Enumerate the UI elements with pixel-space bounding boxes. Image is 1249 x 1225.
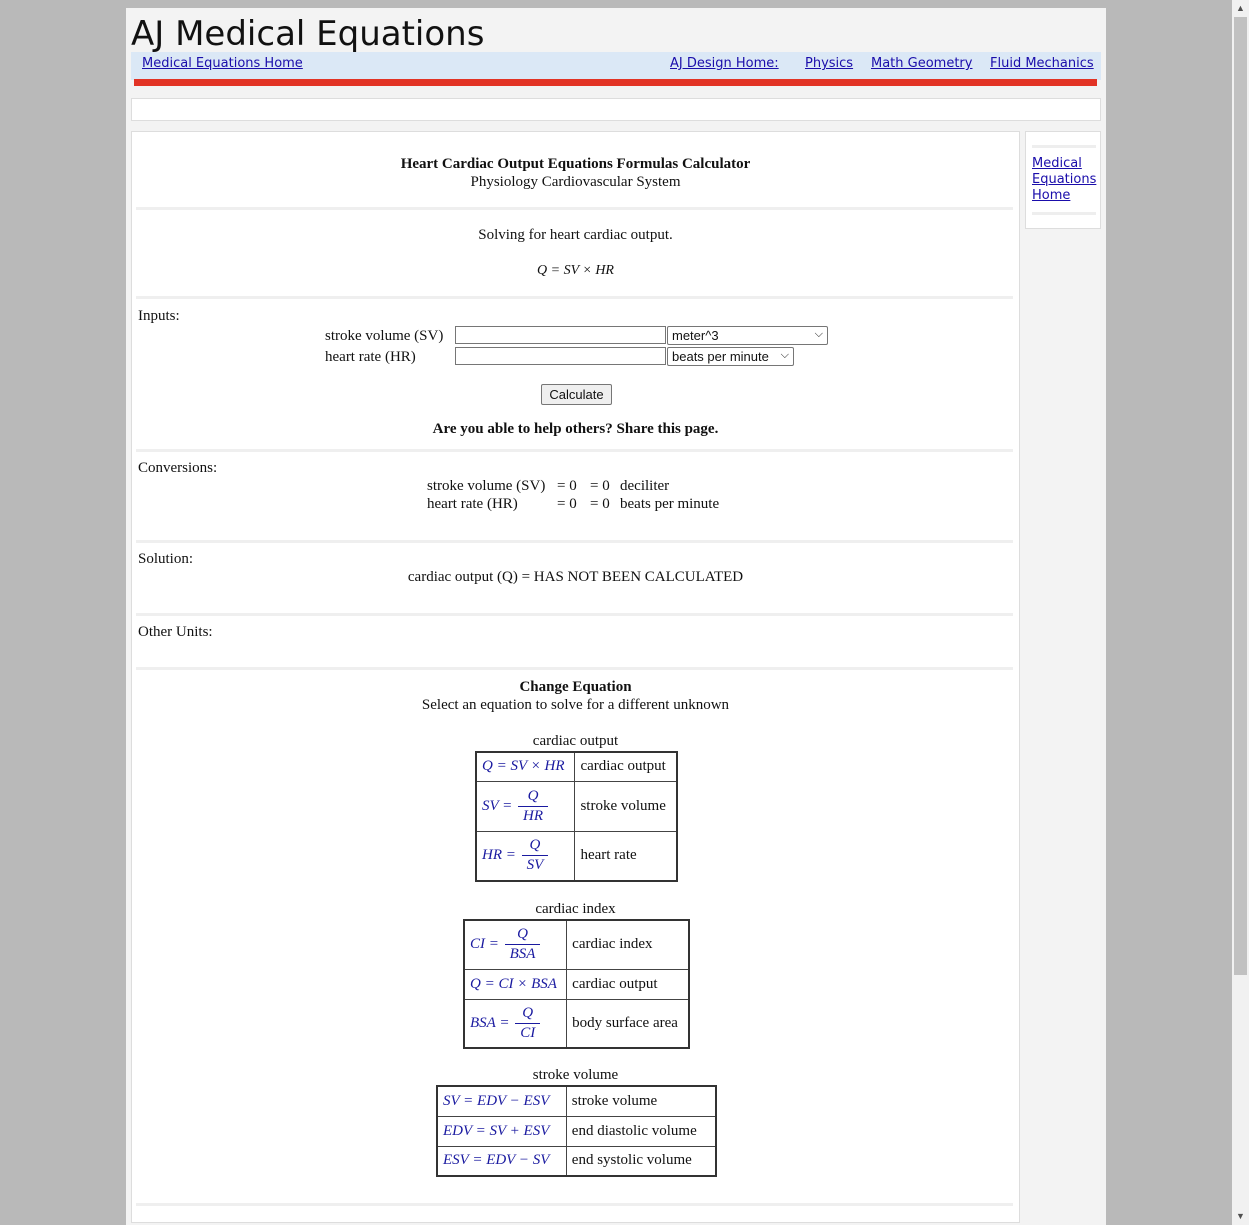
divider xyxy=(136,613,1013,616)
heart-rate-unit-select[interactable]: beats per minute ⌵ xyxy=(667,347,794,366)
equation-description: heart rate xyxy=(574,830,678,882)
divider xyxy=(136,540,1013,543)
heart-rate-label: heart rate (HR) xyxy=(325,349,416,365)
sidebar-divider xyxy=(1032,212,1096,215)
calculate-button[interactable]: Calculate xyxy=(541,384,612,405)
conversion-sv-value: = 0 xyxy=(557,478,577,494)
equation-description: stroke volume xyxy=(574,780,678,832)
page-subtitle: Physiology Cardiovascular System xyxy=(470,174,681,190)
equation-description: end systolic volume xyxy=(565,1145,717,1177)
calculator-panel: Heart Cardiac Output Equations Formulas … xyxy=(131,131,1020,1223)
equation-link[interactable]: Q = CI × BSA xyxy=(463,968,568,1000)
conversion-sv-label: stroke volume (SV) xyxy=(427,478,546,494)
equation-link[interactable]: CI = Q BSA xyxy=(463,919,568,970)
divider xyxy=(136,667,1013,670)
sidebar-medical-home-link[interactable]: Medical Equations Home xyxy=(1032,156,1098,204)
chevron-down-icon: ⌵ xyxy=(814,328,823,340)
equation-description: stroke volume xyxy=(565,1085,717,1117)
table-caption: cardiac index xyxy=(535,901,616,917)
equation-table-cardiac-output: Q = SV × HR cardiac output SV = Q HR stro… xyxy=(475,751,678,882)
divider xyxy=(136,296,1013,299)
equation-link[interactable]: BSA = Q CI xyxy=(463,998,568,1049)
solving-for-text: Solving for heart cardiac output. xyxy=(478,227,673,243)
heart-rate-input[interactable] xyxy=(455,347,666,365)
table-row: HR = Q SV heart rate xyxy=(475,830,678,882)
equation-link[interactable]: SV = Q HR xyxy=(475,780,576,832)
conversion-sv-unit: deciliter xyxy=(620,478,670,494)
conversion-sv-converted: = 0 xyxy=(590,478,610,494)
scroll-up-arrow-icon[interactable]: ▲ xyxy=(1232,0,1249,17)
stroke-volume-unit-select[interactable]: meter^3 ⌵ xyxy=(667,326,828,345)
heart-rate-unit-value: beats per minute xyxy=(672,349,769,364)
conversion-hr-value: = 0 xyxy=(557,496,577,512)
equation-table-cardiac-index: CI = Q BSA cardiac index Q = CI × BSA car… xyxy=(463,919,690,1049)
equation-link[interactable]: HR = Q SV xyxy=(475,830,576,882)
solution-text: cardiac output (Q) = HAS NOT BEEN CALCUL… xyxy=(407,569,744,585)
scrollbar-thumb[interactable] xyxy=(1234,17,1247,975)
stroke-volume-input[interactable] xyxy=(455,326,666,344)
page-title: Heart Cardiac Output Equations Formulas … xyxy=(400,156,751,172)
table-row: Q = CI × BSA cardiac output xyxy=(463,968,690,1000)
ad-banner xyxy=(131,98,1101,121)
nav-fluid-mechanics-link[interactable]: Fluid Mechanics xyxy=(990,56,1094,71)
nav-physics-link[interactable]: Physics xyxy=(805,56,853,71)
equation-link[interactable]: Q = SV × HR xyxy=(475,751,576,782)
chevron-down-icon: ⌵ xyxy=(780,349,789,361)
equation-description: end diastolic volume xyxy=(565,1115,717,1147)
table-row: SV = EDV − ESV stroke volume xyxy=(436,1085,717,1117)
table-row: SV = Q HR stroke volume xyxy=(475,780,678,832)
equation-link[interactable]: SV = EDV − ESV xyxy=(436,1085,567,1117)
table-row: EDV = SV + ESV end diastolic volume xyxy=(436,1115,717,1147)
red-divider xyxy=(134,79,1097,86)
share-text: Are you able to help others? Share this … xyxy=(432,421,719,437)
equation-description: cardiac output xyxy=(566,968,690,1000)
conversion-hr-converted: = 0 xyxy=(590,496,610,512)
table-row: BSA = Q CI body surface area xyxy=(463,998,690,1049)
page: AJ Medical Equations Medical Equations H… xyxy=(126,8,1106,1225)
nav-aj-design-home-link[interactable]: AJ Design Home: xyxy=(670,56,779,71)
equation-link[interactable]: EDV = SV + ESV xyxy=(436,1115,567,1147)
stroke-volume-label: stroke volume (SV) xyxy=(325,328,444,344)
site-title: AJ Medical Equations xyxy=(131,14,485,54)
equation-description: cardiac output xyxy=(574,751,678,782)
sidebar: Medical Equations Home xyxy=(1025,131,1101,229)
main-equation: Q = SV × HR xyxy=(537,263,614,278)
vertical-scrollbar[interactable]: ▲ ▼ xyxy=(1232,0,1249,1225)
nav-medical-home-link[interactable]: Medical Equations Home xyxy=(142,56,303,71)
table-row: Q = SV × HR cardiac output xyxy=(475,751,678,782)
table-caption: cardiac output xyxy=(532,733,619,749)
divider xyxy=(136,449,1013,452)
equation-description: body surface area xyxy=(566,998,690,1049)
divider xyxy=(136,207,1013,210)
conversions-label: Conversions: xyxy=(138,460,218,476)
change-equation-title: Change Equation xyxy=(519,679,632,695)
equation-link[interactable]: ESV = EDV − SV xyxy=(436,1145,567,1177)
divider xyxy=(136,1203,1013,1206)
stroke-volume-unit-value: meter^3 xyxy=(672,328,719,343)
other-units-label: Other Units: xyxy=(138,624,213,640)
equation-description: cardiac index xyxy=(566,919,690,970)
table-row: ESV = EDV − SV end systolic volume xyxy=(436,1145,717,1177)
equation-table-stroke-volume: SV = EDV − ESV stroke volume EDV = SV + … xyxy=(436,1085,717,1177)
top-nav: Medical Equations Home AJ Design Home: P… xyxy=(131,52,1101,80)
table-caption: stroke volume xyxy=(532,1067,619,1083)
change-equation-subtitle: Select an equation to solve for a differ… xyxy=(421,697,730,713)
inputs-label: Inputs: xyxy=(138,308,180,324)
conversion-hr-label: heart rate (HR) xyxy=(427,496,518,512)
conversion-hr-unit: beats per minute xyxy=(620,496,720,512)
sidebar-divider xyxy=(1032,145,1096,148)
solution-label: Solution: xyxy=(138,551,194,567)
nav-math-geometry-link[interactable]: Math Geometry xyxy=(871,56,972,71)
table-row: CI = Q BSA cardiac index xyxy=(463,919,690,970)
scroll-down-arrow-icon[interactable]: ▼ xyxy=(1232,1208,1249,1225)
